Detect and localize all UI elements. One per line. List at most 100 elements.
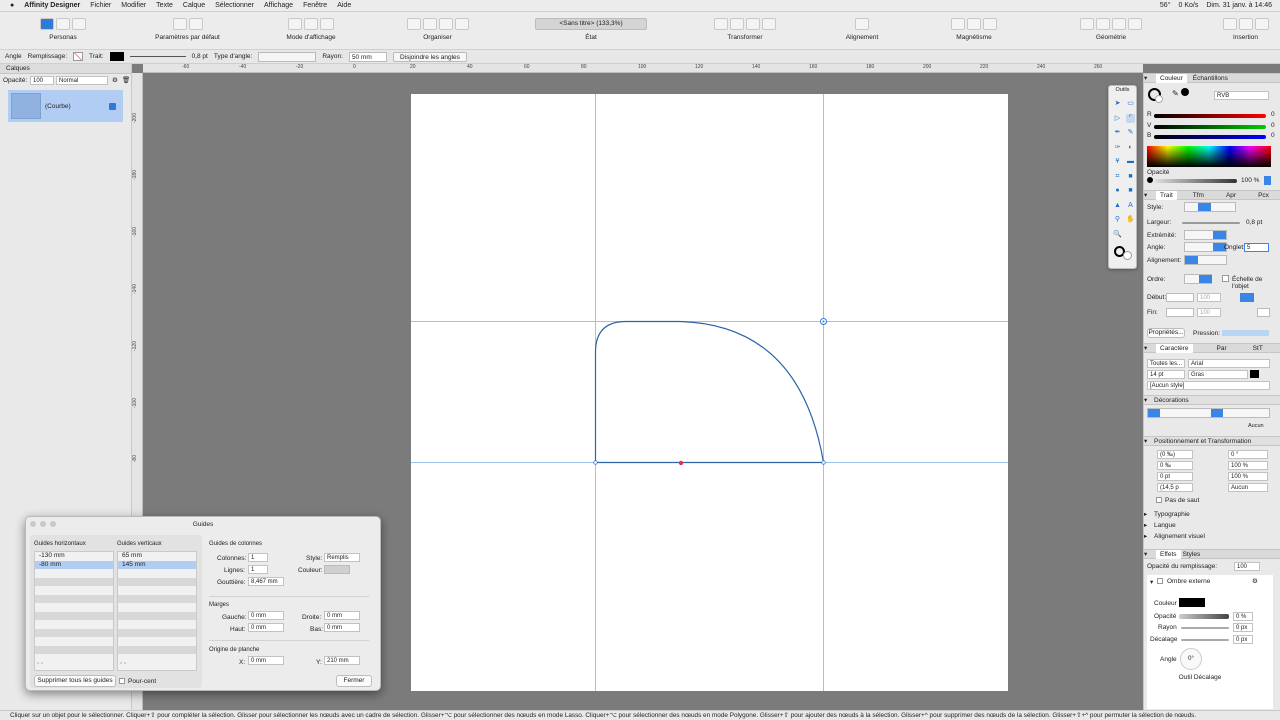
delete-all-guides-button[interactable]: Supprimer tous les guides (34, 675, 116, 687)
move-tool-icon[interactable]: ➤ (1113, 99, 1122, 108)
shadow-offset-slider[interactable] (1181, 639, 1229, 641)
outer-shadow-toggle-icon[interactable]: ▾ (1150, 578, 1153, 586)
b-value[interactable]: 0 (1271, 132, 1275, 139)
join-buttons[interactable] (1184, 242, 1227, 252)
miter-input[interactable]: 5 (1244, 243, 1269, 252)
v-guides-list[interactable]: 65 mm 145 mm (117, 551, 197, 671)
visual-align-header[interactable]: ▸ Alignement visuel (1144, 531, 1280, 541)
no-break-checkbox[interactable] (1156, 497, 1162, 503)
stroke-width-panel-value[interactable]: 0,8 pt (1246, 219, 1262, 226)
positioning-toggle-icon[interactable]: ▾ (1144, 437, 1154, 445)
shadow-offset-value[interactable]: 0 px (1233, 635, 1253, 644)
v-guide-row-1[interactable]: 65 mm (118, 552, 196, 561)
tab-styles[interactable]: Styles (1181, 550, 1203, 559)
guide-color-swatch[interactable] (324, 565, 350, 574)
rounded-rect-tool-icon[interactable]: ■ (1126, 186, 1135, 195)
r-slider[interactable] (1154, 114, 1266, 118)
text-color-swatch[interactable] (1250, 370, 1259, 378)
v-guide-add-icon[interactable]: ▫ ▫ (120, 660, 126, 667)
pen-tool-icon[interactable]: ✒ (1113, 128, 1122, 137)
node-selected[interactable] (678, 460, 684, 466)
close-button[interactable]: Fermer (336, 675, 372, 687)
pencil-tool-icon[interactable]: ✎ (1126, 128, 1135, 137)
brush-tool-icon[interactable]: ✑ (1113, 143, 1122, 152)
typography-header[interactable]: ▸ Typographie (1144, 509, 1280, 519)
v-guide-row-2[interactable]: 145 mm (118, 560, 196, 569)
g-slider[interactable] (1154, 125, 1266, 129)
arrow-end-size[interactable]: 100 (1197, 308, 1221, 317)
g-value[interactable]: 0 (1271, 122, 1275, 129)
margin-right-input[interactable]: 0 mm (324, 611, 360, 620)
language-header[interactable]: ▸ Langue (1144, 520, 1280, 530)
properties-button[interactable]: Propriétés... (1147, 328, 1185, 338)
fill-opacity-input[interactable]: 100 (1234, 562, 1260, 571)
tab-color[interactable]: Couleur (1156, 73, 1187, 83)
tab-transform[interactable]: Tfm (1187, 191, 1210, 200)
text-style-select[interactable]: [Aucun style] (1147, 381, 1270, 390)
font-collection-select[interactable]: Toutes les... (1147, 359, 1185, 368)
percent-checkbox[interactable] (119, 678, 125, 684)
h-guide-row-2[interactable]: -80 mm (35, 560, 113, 569)
decorations-toggle-icon[interactable]: ▾ (1144, 396, 1154, 404)
font-family-select[interactable]: Arial (1188, 359, 1270, 368)
node-tool-icon[interactable]: ▷ (1113, 114, 1122, 123)
shadow-opacity-value[interactable]: 0 % (1233, 612, 1253, 621)
columns-input[interactable]: 1 (248, 553, 268, 562)
arrow-swap-button[interactable] (1240, 293, 1254, 302)
tab-stroke[interactable]: Trait (1156, 190, 1177, 200)
pressure-curve[interactable] (1222, 330, 1269, 336)
effects-panel-toggle-icon[interactable]: ▾ (1144, 550, 1156, 558)
font-weight-select[interactable]: Gras (1188, 370, 1248, 379)
color-picker-tool-icon[interactable]: ◐ (1126, 143, 1135, 152)
character-panel-toggle-icon[interactable]: ▾ (1144, 344, 1156, 352)
b-slider[interactable] (1154, 135, 1266, 139)
gutter-input[interactable]: 8,467 mm (248, 577, 284, 586)
shadow-radius-slider[interactable] (1181, 627, 1229, 629)
tab-text-styles[interactable]: StT (1247, 344, 1269, 353)
margin-bottom-input[interactable]: 0 mm (324, 623, 360, 632)
font-size-input[interactable]: 14 pt (1147, 370, 1185, 379)
rectangle-tool-icon[interactable]: ■ (1126, 172, 1135, 181)
tab-swatches[interactable]: Échantillons (1187, 74, 1234, 83)
vector-brush-icon[interactable]: Ұ (1113, 157, 1122, 166)
node-bottom-right[interactable] (821, 460, 826, 465)
offset-tool-button[interactable]: Outil Décalage (1177, 674, 1223, 684)
shadow-opacity-slider[interactable] (1179, 614, 1229, 619)
color-panel-toggle-icon[interactable]: ▾ (1144, 74, 1156, 82)
tab-effects[interactable]: Effets (1156, 549, 1181, 559)
h-guide-add-icon[interactable]: ▫ ▫ (37, 660, 43, 667)
opacity-stepper[interactable] (1264, 176, 1271, 185)
tab-character[interactable]: Caractère (1156, 343, 1193, 353)
tab-paragraph[interactable]: Par (1211, 344, 1233, 353)
guide-style-select[interactable]: Remplis (324, 553, 360, 562)
cap-buttons[interactable] (1184, 230, 1227, 240)
kerning-input[interactable]: (0 ‰) (1157, 450, 1193, 459)
tracking-input[interactable]: 0 ‰ (1157, 461, 1193, 470)
text-tool-icon[interactable]: A (1126, 201, 1135, 210)
eyedropper-icon[interactable]: ✎ (1172, 89, 1179, 98)
stroke-panel-toggle-icon[interactable]: ▾ (1144, 191, 1156, 199)
eyedropper-tool-icon[interactable]: ⚲ (1113, 215, 1122, 224)
opacity-slider[interactable] (1155, 179, 1237, 183)
color-model-select[interactable]: RVB (1214, 91, 1269, 100)
origin-y-input[interactable]: 210 mm (324, 656, 360, 665)
opacity-value[interactable]: 100 % (1241, 177, 1259, 184)
leading-input[interactable]: (14,5 p (1157, 483, 1193, 492)
margin-top-input[interactable]: 0 mm (248, 623, 284, 632)
tab-appearance[interactable]: Apr (1220, 191, 1242, 200)
decorations-header[interactable]: ▾ Décorations (1144, 395, 1280, 405)
shear-input[interactable]: 0 ° (1228, 450, 1268, 459)
stroke-width-slider-panel[interactable] (1182, 222, 1240, 224)
h-guides-list[interactable]: -130 mm -80 mm (34, 551, 114, 671)
arrow-align-button[interactable] (1257, 308, 1270, 317)
stroke-align-buttons[interactable] (1184, 255, 1227, 265)
artboard-tool-icon[interactable]: ▭ (1126, 99, 1135, 108)
node-bottom-left[interactable] (593, 460, 598, 465)
shadow-radius-value[interactable]: 0 px (1233, 623, 1253, 632)
color-spectrum[interactable] (1147, 146, 1271, 167)
stroke-style-buttons[interactable] (1184, 202, 1236, 212)
tab-pcx[interactable]: Pcx (1252, 191, 1275, 200)
arrow-start-size[interactable]: 100 (1197, 293, 1221, 302)
ellipse-tool-icon[interactable]: ● (1113, 186, 1122, 195)
margin-left-input[interactable]: 0 mm (248, 611, 284, 620)
